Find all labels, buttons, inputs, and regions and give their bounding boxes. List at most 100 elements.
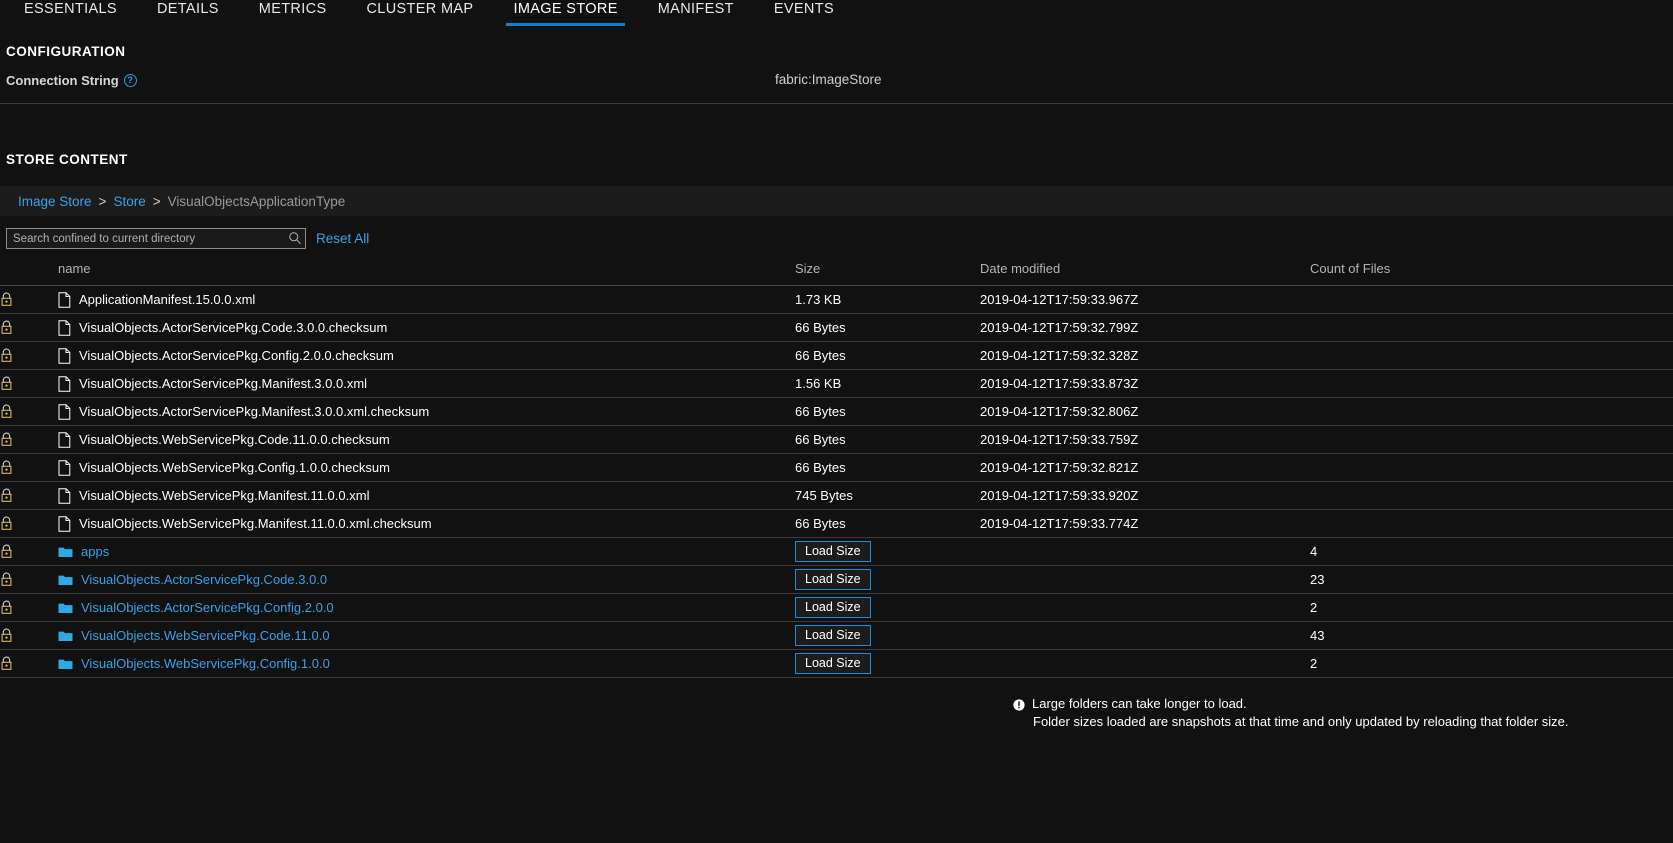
tab-details[interactable]: DETAILS (137, 0, 239, 27)
table-row: VisualObjects.WebServicePkg.Code.11.0.0 L… (0, 621, 1673, 650)
lock-icon (1, 600, 12, 614)
row-date-cell (980, 537, 1310, 566)
table-row: VisualObjects.WebServicePkg.Config.1.0.0… (0, 649, 1673, 678)
tab-events[interactable]: EVENTS (754, 0, 854, 27)
column-header-size[interactable]: Size (795, 257, 980, 286)
folder-link[interactable]: VisualObjects.ActorServicePkg.Code.3.0.0 (81, 572, 327, 587)
row-name-cell: VisualObjects.ActorServicePkg.Config.2.0… (58, 593, 795, 622)
folder-link[interactable]: VisualObjects.WebServicePkg.Config.1.0.0 (81, 656, 330, 671)
row-lock-cell (0, 453, 58, 482)
row-lock-cell (0, 593, 58, 622)
folder-link[interactable]: apps (81, 544, 109, 559)
lock-icon (1, 516, 12, 530)
table-row: VisualObjects.ActorServicePkg.Code.3.0.0… (0, 313, 1673, 342)
lock-icon (1, 404, 12, 418)
row-lock-cell (0, 565, 58, 594)
row-date-cell: 2019-04-12T17:59:33.920Z (980, 481, 1310, 510)
row-lock-cell (0, 649, 58, 678)
row-date-cell: 2019-04-12T17:59:33.873Z (980, 369, 1310, 398)
table-header: name Size Date modified Count of Files (0, 257, 1673, 286)
column-header-name[interactable]: name (58, 257, 795, 286)
row-count-cell: 2 (1310, 649, 1673, 678)
breadcrumb-item-0[interactable]: Image Store (18, 194, 92, 209)
table-row: VisualObjects.ActorServicePkg.Config.2.0… (0, 341, 1673, 370)
row-name-cell: VisualObjects.ActorServicePkg.Manifest.3… (58, 369, 795, 398)
load-size-button[interactable]: Load Size (795, 596, 871, 619)
row-count-cell (1310, 285, 1673, 314)
row-count-cell (1310, 509, 1673, 538)
file-icon (58, 375, 71, 392)
load-size-button[interactable]: Load Size (795, 624, 871, 647)
column-header-count-of-files[interactable]: Count of Files (1310, 257, 1673, 286)
file-name: VisualObjects.ActorServicePkg.Code.3.0.0… (79, 320, 388, 335)
row-size-cell: 66 Bytes (795, 453, 980, 482)
row-date-cell (980, 593, 1310, 622)
row-size-cell: Load Size (795, 565, 980, 594)
row-count-cell (1310, 481, 1673, 510)
tab-image-store[interactable]: IMAGE STORE (493, 0, 637, 27)
row-lock-cell (0, 509, 58, 538)
exclamation-icon (1013, 699, 1025, 711)
folder-link[interactable]: VisualObjects.ActorServicePkg.Config.2.0… (81, 600, 334, 615)
table-row: ApplicationManifest.15.0.0.xml 1.73 KB 201… (0, 285, 1673, 314)
row-lock-cell (0, 369, 58, 398)
row-count-cell (1310, 341, 1673, 370)
breadcrumb-item-1[interactable]: Store (113, 194, 145, 209)
row-name-cell: VisualObjects.WebServicePkg.Manifest.11.… (58, 509, 795, 538)
row-date-cell: 2019-04-12T17:59:32.806Z (980, 397, 1310, 426)
row-size-cell: 66 Bytes (795, 313, 980, 342)
footer-note-line-1: Large folders can take longer to load. (1013, 696, 1673, 711)
lock-icon (1, 460, 12, 474)
connection-string-label-text: Connection String (6, 73, 119, 88)
row-count-cell: 23 (1310, 565, 1673, 594)
row-date-cell: 2019-04-12T17:59:32.799Z (980, 313, 1310, 342)
row-size-cell: 66 Bytes (795, 509, 980, 538)
question-mark-icon[interactable]: ? (123, 74, 137, 87)
table-row: VisualObjects.ActorServicePkg.Config.2.0… (0, 593, 1673, 622)
lock-icon (1, 656, 12, 670)
row-count-cell (1310, 425, 1673, 454)
store-content-heading: STORE CONTENT (6, 152, 128, 167)
row-size-value: 66 Bytes (795, 460, 846, 475)
folder-link[interactable]: VisualObjects.WebServicePkg.Code.11.0.0 (81, 628, 330, 643)
row-name-cell: VisualObjects.WebServicePkg.Manifest.11.… (58, 481, 795, 510)
row-size-value: 66 Bytes (795, 516, 846, 531)
lock-icon (1, 544, 12, 558)
row-count-cell: 43 (1310, 621, 1673, 650)
row-lock-cell (0, 425, 58, 454)
load-size-button[interactable]: Load Size (795, 540, 871, 563)
row-count-cell (1310, 313, 1673, 342)
row-date-cell: 2019-04-12T17:59:33.967Z (980, 285, 1310, 314)
file-name: VisualObjects.ActorServicePkg.Manifest.3… (79, 376, 368, 391)
tab-cluster-map[interactable]: CLUSTER MAP (346, 0, 493, 27)
file-name: VisualObjects.WebServicePkg.Code.11.0.0.… (79, 432, 390, 447)
load-size-button[interactable]: Load Size (795, 568, 871, 591)
tab-essentials[interactable]: ESSENTIALS (4, 0, 137, 27)
reset-all-link[interactable]: Reset All (316, 231, 369, 246)
file-icon (58, 291, 71, 308)
store-content-section: STORE CONTENT Image Store > Store > VisualOb… (0, 152, 1673, 729)
row-name-cell: VisualObjects.WebServicePkg.Code.11.0.0.… (58, 425, 795, 454)
configuration-heading: CONFIGURATION (6, 44, 126, 59)
load-size-button[interactable]: Load Size (795, 652, 871, 675)
row-size-cell: Load Size (795, 593, 980, 622)
column-header-date-modified[interactable]: Date modified (980, 257, 1310, 286)
row-size-value: 66 Bytes (795, 404, 846, 419)
connection-string-value: fabric:ImageStore (775, 72, 882, 87)
row-size-value: 745 Bytes (795, 488, 853, 503)
search-input[interactable] (6, 228, 306, 249)
table-row: VisualObjects.WebServicePkg.Manifest.11.… (0, 509, 1673, 538)
row-size-cell: 745 Bytes (795, 481, 980, 510)
row-count-cell: 2 (1310, 593, 1673, 622)
tab-manifest[interactable]: MANIFEST (638, 0, 754, 27)
tab-metrics[interactable]: METRICS (239, 0, 347, 27)
tab-bar: ESSENTIALS DETAILS METRICS CLUSTER MAP IMAGE… (0, 0, 1673, 32)
footer-note-text-1: Large folders can take longer to load. (1032, 696, 1247, 711)
row-date-cell (980, 565, 1310, 594)
lock-icon (1, 432, 12, 446)
row-name-cell: VisualObjects.ActorServicePkg.Code.3.0.0… (58, 313, 795, 342)
table-row: VisualObjects.WebServicePkg.Manifest.11.… (0, 481, 1673, 510)
row-count-cell (1310, 397, 1673, 426)
breadcrumb-separator: > (98, 193, 107, 209)
row-size-value: 66 Bytes (795, 432, 846, 447)
